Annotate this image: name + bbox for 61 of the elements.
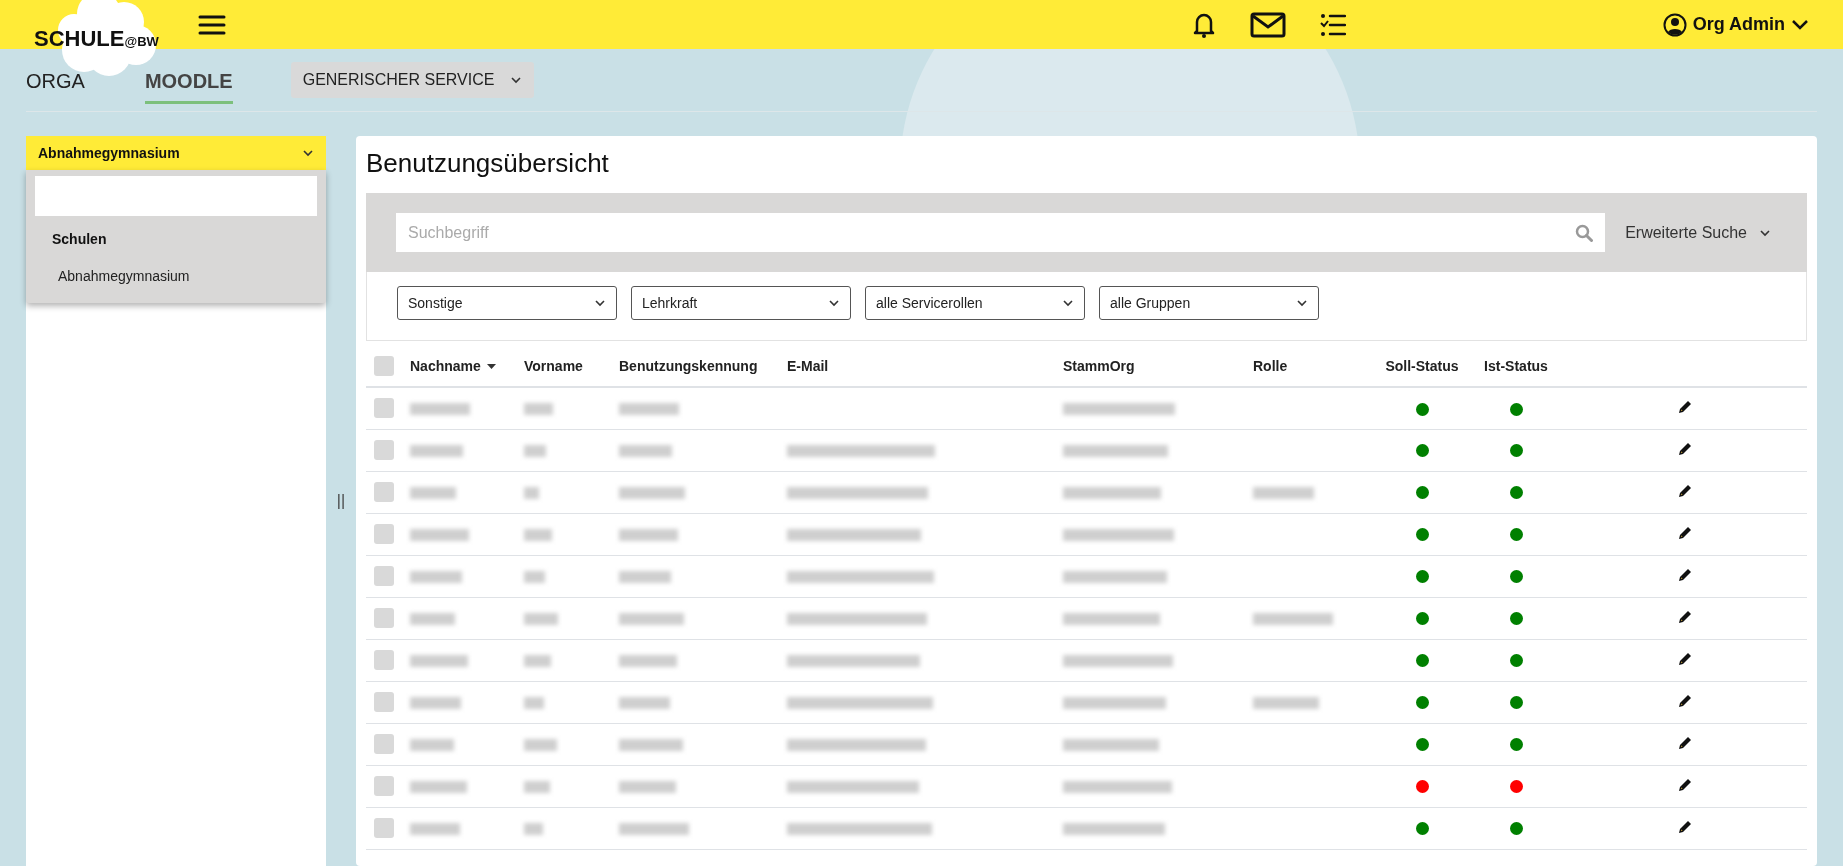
column-header[interactable]: StammOrg [1063, 357, 1135, 374]
row-checkbox[interactable] [374, 650, 394, 670]
user-menu[interactable]: Org Admin [1656, 11, 1815, 38]
resize-handle[interactable]: || [336, 492, 346, 510]
row-checkbox[interactable] [374, 482, 394, 502]
edit-pencil-icon[interactable] [1677, 440, 1693, 456]
advanced-search-toggle[interactable]: Erweiterte Suche [1619, 222, 1777, 243]
filter-dropdown[interactable]: alle Gruppen [1099, 286, 1319, 320]
row-checkbox[interactable] [374, 692, 394, 712]
page-title: Benutzungsübersicht [366, 148, 610, 179]
column-header[interactable]: Ist-Status [1484, 357, 1548, 374]
column-header[interactable]: Vorname [524, 357, 583, 374]
edit-pencil-icon[interactable] [1677, 398, 1693, 414]
filter-dropdown[interactable]: Sonstige [397, 286, 617, 320]
row-checkbox[interactable] [374, 566, 394, 586]
user-icon [1662, 12, 1687, 37]
row-checkbox[interactable] [374, 818, 394, 838]
chevron-icon [510, 76, 523, 84]
filter-dropdown[interactable]: alle Servicerollen [865, 286, 1085, 320]
search-field[interactable]: Suchbegriff [396, 213, 1572, 252]
edit-pencil-icon[interactable] [1677, 776, 1693, 792]
search-icon[interactable] [1571, 213, 1606, 252]
edit-pencil-icon[interactable] [1677, 482, 1693, 498]
checklist-icon[interactable] [1320, 12, 1346, 37]
column-header[interactable]: Rolle [1253, 357, 1288, 374]
org-select[interactable]: Abnahmegymnasium [26, 136, 326, 170]
chevron-icon [1759, 228, 1771, 237]
nav-tab[interactable]: ORGA [26, 56, 85, 104]
edit-pencil-icon[interactable] [1677, 692, 1693, 708]
edit-pencil-icon[interactable] [1677, 818, 1693, 834]
chevron-icon [828, 299, 840, 307]
chevron-icon [1791, 18, 1809, 31]
row-checkbox[interactable] [374, 440, 394, 460]
group-label: Schulen [51, 230, 108, 249]
menu-icon[interactable] [198, 13, 226, 36]
column-header[interactable]: Soll-Status [1385, 357, 1459, 374]
filter-dropdown[interactable]: Lehrkraft [631, 286, 851, 320]
select-all-checkbox[interactable] [374, 355, 394, 376]
edit-pencil-icon[interactable] [1677, 524, 1693, 540]
mail-icon[interactable] [1250, 11, 1286, 38]
sort-arrow-icon [486, 364, 496, 370]
row-checkbox[interactable] [374, 524, 394, 544]
service-dropdown[interactable]: GENERISCHER SERVICE [290, 62, 535, 98]
chevron-icon [1062, 299, 1074, 307]
row-checkbox[interactable] [374, 398, 394, 419]
chevron-icon [594, 299, 606, 307]
row-checkbox[interactable] [374, 734, 394, 754]
row-checkbox[interactable] [374, 776, 394, 796]
edit-pencil-icon[interactable] [1677, 650, 1693, 666]
dropdown-item[interactable]: Abnahmegymnasium [35, 259, 317, 293]
row-checkbox[interactable] [374, 608, 394, 628]
nav-tab[interactable]: MOODLE [144, 56, 233, 104]
edit-pencil-icon[interactable] [1677, 608, 1693, 624]
chevron-icon [1296, 299, 1308, 307]
filter-input[interactable] [35, 176, 317, 216]
column-header[interactable]: E-Mail [787, 357, 829, 374]
edit-pencil-icon[interactable] [1677, 734, 1693, 750]
column-header[interactable]: Nachname [410, 357, 496, 374]
column-header[interactable]: Benutzungskennung [619, 357, 758, 374]
chevron-icon [302, 149, 314, 157]
edit-pencil-icon[interactable] [1677, 566, 1693, 582]
